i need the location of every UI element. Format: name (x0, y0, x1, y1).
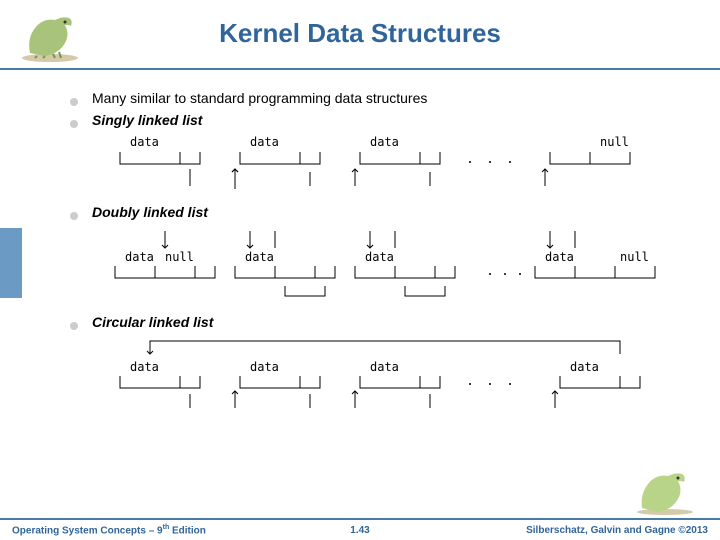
node-label: data (125, 250, 154, 264)
slide-content: Many similar to standard programming dat… (0, 70, 720, 421)
node-label: data (365, 250, 394, 264)
node-label: data (130, 360, 159, 374)
node-label: data (545, 250, 574, 264)
slide-title: Kernel Data Structures (0, 0, 720, 49)
node-label: data (250, 135, 279, 149)
node-label: data (245, 250, 274, 264)
side-tab (0, 228, 22, 298)
footer-page-number: 1.43 (350, 525, 369, 536)
node-label: null (600, 135, 629, 149)
node-label: null (165, 250, 194, 264)
node-label: data (370, 135, 399, 149)
footer-copyright: Silberschatz, Galvin and Gagne ©2013 (526, 525, 708, 536)
bullet-item: Circular linked list (70, 314, 670, 330)
node-label: data (570, 360, 599, 374)
slide-footer: Operating System Concepts – 9th Edition … (0, 518, 720, 540)
node-label: data (130, 135, 159, 149)
bullet-text: Many similar to standard programming dat… (92, 90, 427, 106)
footer-book-title: Operating System Concepts – 9 (12, 525, 163, 536)
bullet-text: Circular linked list (92, 314, 213, 330)
bullet-item: Many similar to standard programming dat… (70, 90, 670, 106)
bullet-icon (70, 212, 78, 220)
bullet-text: Doubly linked list (92, 204, 208, 220)
bullet-text: Singly linked list (92, 112, 202, 128)
node-label: null (620, 250, 649, 264)
footer-edition-suffix: Edition (169, 525, 206, 536)
bullet-item: Doubly linked list (70, 204, 670, 220)
bullet-icon (70, 322, 78, 330)
bullet-icon (70, 98, 78, 106)
node-label: data (370, 360, 399, 374)
dinosaur-logo-left (15, 8, 85, 63)
dinosaur-logo-right (630, 466, 700, 516)
footer-left: Operating System Concepts – 9th Edition (12, 524, 206, 536)
node-label: data (250, 360, 279, 374)
singly-linked-list-diagram: data data data (110, 134, 670, 194)
circular-linked-list-diagram: data data data (110, 336, 670, 421)
bullet-item: Singly linked list (70, 112, 670, 128)
bullet-icon (70, 120, 78, 128)
slide-header: Kernel Data Structures (0, 0, 720, 70)
doubly-linked-list-diagram: data null data data (110, 226, 670, 304)
